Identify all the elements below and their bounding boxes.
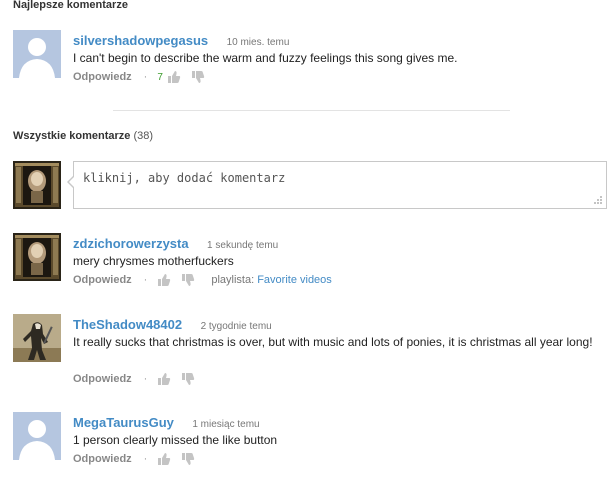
comment-header: zdzichorowerzysta 1 sekundę temu xyxy=(73,235,278,253)
top-comments-heading: Najlepsze komentarze xyxy=(13,0,128,11)
comment-header: silvershadowpegasus 10 mies. temu xyxy=(73,32,289,50)
all-comments-title: Wszystkie komentarze xyxy=(13,130,131,142)
comment: TheShadow48402 2 tygodnie temu It really… xyxy=(13,314,603,390)
author-link[interactable]: MegaTaurusGuy xyxy=(73,415,174,430)
reply-button[interactable]: Odpowiedz xyxy=(73,373,132,385)
separator: · xyxy=(143,453,148,465)
comment-actions: Odpowiedz · xyxy=(73,372,205,386)
thumb-down-icon[interactable] xyxy=(181,452,195,466)
thumb-down-icon[interactable] xyxy=(191,70,205,84)
reply-button[interactable]: Odpowiedz xyxy=(73,453,132,465)
author-link[interactable]: silvershadowpegasus xyxy=(73,33,208,48)
playlist-info: playlista: Favorite videos xyxy=(211,274,331,286)
add-comment-input[interactable] xyxy=(83,171,583,185)
top-comments-title: Najlepsze komentarze xyxy=(13,0,128,11)
current-user-avatar[interactable] xyxy=(13,161,61,209)
avatar[interactable] xyxy=(13,30,61,78)
comment-actions: Odpowiedz · 7 xyxy=(73,70,215,84)
comment-text: I can't begin to describe the warm and f… xyxy=(73,51,458,65)
comment-count: (38) xyxy=(133,130,154,142)
comment-time: 10 mies. temu xyxy=(226,37,290,48)
playlist-label: playlista: xyxy=(211,274,255,286)
ornate-frame-avatar-icon xyxy=(13,233,61,281)
comment-text: It really sucks that christmas is over, … xyxy=(73,335,593,349)
author-link[interactable]: zdzichorowerzysta xyxy=(73,236,189,251)
comment-header: TheShadow48402 2 tygodnie temu xyxy=(73,316,272,334)
separator: · xyxy=(143,373,148,385)
separator: · xyxy=(143,71,148,83)
thumb-up-icon[interactable] xyxy=(157,372,171,386)
resize-grip-icon[interactable] xyxy=(593,195,603,205)
comment: MegaTaurusGuy 1 miesiąc temu 1 person cl… xyxy=(13,412,603,476)
reply-button[interactable]: Odpowiedz xyxy=(73,71,132,83)
comment-text: 1 person clearly missed the like button xyxy=(73,433,278,447)
section-divider xyxy=(113,110,510,111)
all-comments-heading: Wszystkie komentarze (38) xyxy=(13,130,153,142)
author-link[interactable]: TheShadow48402 xyxy=(73,317,182,332)
comment-time: 1 miesiąc temu xyxy=(192,419,260,430)
comment-header: MegaTaurusGuy 1 miesiąc temu xyxy=(73,414,260,432)
avatar[interactable] xyxy=(13,412,61,460)
default-avatar-icon xyxy=(13,412,61,460)
thumb-down-icon[interactable] xyxy=(181,273,195,287)
thumb-up-icon[interactable] xyxy=(157,273,171,287)
like-count: 7 xyxy=(157,71,163,83)
ornate-frame-avatar-icon xyxy=(13,161,61,209)
default-avatar-icon xyxy=(13,30,61,78)
comment-time: 2 tygodnie temu xyxy=(200,321,272,332)
playlist-link[interactable]: Favorite videos xyxy=(257,274,332,286)
add-comment-box[interactable] xyxy=(67,161,607,209)
comment-actions: Odpowiedz · xyxy=(73,452,205,466)
comment-text: mery chrysmes motherfuckers xyxy=(73,254,234,268)
separator: · xyxy=(143,274,148,286)
comment: zdzichorowerzysta 1 sekundę temu mery ch… xyxy=(13,233,603,297)
thumb-down-icon[interactable] xyxy=(181,372,195,386)
thumb-up-icon[interactable] xyxy=(167,70,181,84)
avatar[interactable] xyxy=(13,314,61,362)
reply-button[interactable]: Odpowiedz xyxy=(73,274,132,286)
thumb-up-icon[interactable] xyxy=(157,452,171,466)
comment-actions: Odpowiedz · playlista: Favorite videos xyxy=(73,273,332,287)
avatar[interactable] xyxy=(13,233,61,281)
assassin-avatar-icon xyxy=(13,314,61,362)
top-comment: silvershadowpegasus 10 mies. temu I can'… xyxy=(13,30,603,94)
comment-time: 1 sekundę temu xyxy=(207,240,279,251)
